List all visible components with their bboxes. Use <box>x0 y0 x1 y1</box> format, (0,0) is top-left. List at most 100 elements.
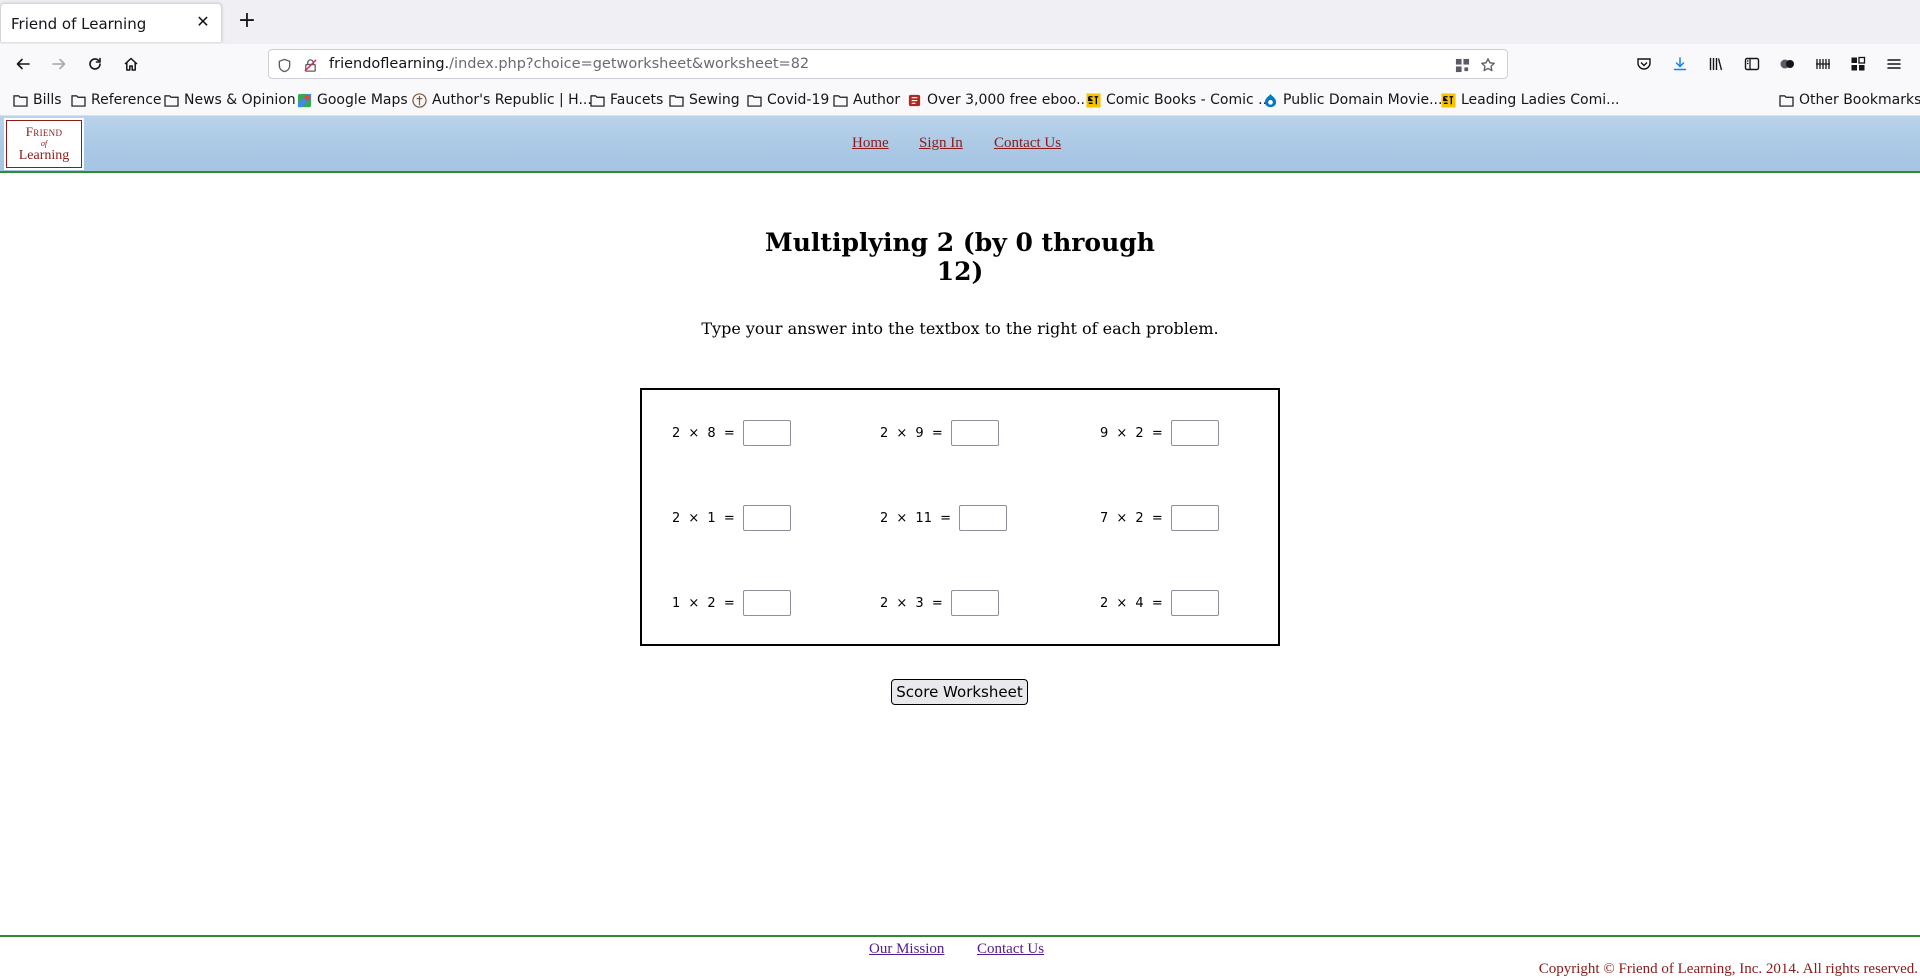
bookmark-item[interactable]: Covid-19 <box>746 90 829 110</box>
bookmark-label: Bills <box>33 92 62 108</box>
url-text[interactable]: friendoflearning./index.php?choice=getwo… <box>329 56 809 72</box>
score-worksheet-button[interactable]: Score Worksheet <box>891 679 1028 705</box>
problem-expression: 2 × 8 = <box>672 425 735 441</box>
navigation-toolbar: friendoflearning./index.php?choice=getwo… <box>0 44 1920 84</box>
bookmark-item[interactable]: Bills <box>12 90 62 110</box>
url-host: friendoflearning. <box>329 56 450 72</box>
problem-item: 7 × 2 = <box>1100 505 1219 531</box>
qr-code-icon[interactable] <box>1453 56 1471 74</box>
bookmark-label: Public Domain Movie... <box>1283 92 1443 108</box>
tracking-shield-icon[interactable] <box>275 56 293 74</box>
bookmark-item[interactable]: Reference <box>70 90 162 110</box>
bookmark-item[interactable]: Public Domain Movie... <box>1262 90 1442 110</box>
answer-input[interactable] <box>950 590 999 616</box>
site-logo[interactable]: Friend of Learning <box>4 118 84 170</box>
folder-icon <box>746 92 762 108</box>
downloads-icon[interactable] <box>1669 53 1691 75</box>
folder-icon <box>668 92 684 108</box>
reload-icon <box>89 57 101 70</box>
problem-expression: 2 × 3 = <box>880 595 943 611</box>
home-icon <box>124 57 138 71</box>
bookmark-item[interactable]: Author's Republic | H... <box>411 90 592 110</box>
library-icon[interactable] <box>1705 53 1727 75</box>
bookmark-label: Sewing <box>689 92 740 108</box>
folder-icon <box>12 92 28 108</box>
bookmark-label: Author <box>853 92 901 108</box>
back-button[interactable] <box>10 51 36 77</box>
extension-tool-icon[interactable] <box>1812 53 1834 75</box>
drupal-icon <box>1262 92 1278 108</box>
other-bookmarks-label: Other Bookmarks <box>1799 92 1920 108</box>
bookmark-label: News & Opinion <box>184 92 296 108</box>
answer-input[interactable] <box>1170 420 1219 446</box>
answer-input[interactable] <box>742 590 791 616</box>
bookmark-label: Google Maps <box>317 92 408 108</box>
bookmark-star-icon[interactable] <box>1479 56 1497 74</box>
bookmark-item[interactable]: News & Opinion <box>163 90 296 110</box>
problem-item: 2 × 8 = <box>672 420 791 446</box>
forward-button[interactable] <box>46 51 72 77</box>
account-extension-icon[interactable] <box>1776 53 1798 75</box>
address-bar[interactable]: friendoflearning./index.php?choice=getwo… <box>268 49 1508 79</box>
problem-item: 2 × 4 = <box>1100 590 1219 616</box>
problem-item: 1 × 2 = <box>672 590 791 616</box>
problem-item: 2 × 9 = <box>880 420 999 446</box>
reload-button[interactable] <box>82 51 108 77</box>
bookmark-label: Over 3,000 free eboo... <box>927 92 1090 108</box>
answer-input[interactable] <box>1170 590 1219 616</box>
bookmark-item[interactable]: Over 3,000 free eboo... <box>906 90 1089 110</box>
bookmarks-toolbar: Bills Reference News & Opinion Google Ma… <box>0 84 1920 116</box>
home-button[interactable] <box>118 51 144 77</box>
extensions-grid-icon[interactable] <box>1847 53 1869 75</box>
url-path: /index.php?choice=getworksheet&worksheet… <box>449 56 810 72</box>
folder-icon <box>70 92 86 108</box>
answer-input[interactable] <box>959 505 1007 531</box>
bookmark-item[interactable]: Sewing <box>668 90 740 110</box>
logo-line-1: Friend <box>25 124 63 139</box>
answer-input[interactable] <box>742 420 791 446</box>
answer-input[interactable] <box>742 505 791 531</box>
new-tab-button[interactable]: + <box>233 7 261 35</box>
book-icon <box>906 92 922 108</box>
close-tab-icon[interactable]: ✕ <box>193 12 213 32</box>
back-arrow-icon <box>16 58 30 70</box>
problem-expression: 2 × 11 = <box>880 510 951 526</box>
bookmark-item[interactable]: Google Maps <box>296 90 408 110</box>
footer-our-mission-link[interactable]: Our Mission <box>869 941 944 958</box>
bookmark-label: Author's Republic | H... <box>432 92 592 108</box>
bookmark-label: Reference <box>91 92 162 108</box>
bookmark-label: Covid-19 <box>767 92 830 108</box>
other-bookmarks[interactable]: Other Bookmarks <box>1778 90 1920 110</box>
sidebar-icon[interactable] <box>1741 53 1763 75</box>
footer-contact-us-link[interactable]: Contact Us <box>977 941 1044 958</box>
nav-contact-us-link[interactable]: Contact Us <box>994 135 1061 152</box>
bookmark-item[interactable]: Author <box>832 90 900 110</box>
problem-item: 2 × 3 = <box>880 590 999 616</box>
problem-expression: 2 × 4 = <box>1100 595 1163 611</box>
page-title: Multiplying 2 (by 0 through 12) <box>765 228 1155 286</box>
forward-arrow-icon <box>52 58 66 70</box>
folder-icon <box>1778 92 1794 108</box>
active-tab[interactable]: Friend of Learning ✕ <box>0 3 222 42</box>
nav-sign-in-link[interactable]: Sign In <box>919 135 963 152</box>
instructions-text: Type your answer into the textbox to the… <box>701 319 1219 338</box>
tab-title: Friend of Learning <box>11 15 147 33</box>
hamburger-menu-icon[interactable] <box>1883 53 1905 75</box>
problem-expression: 7 × 2 = <box>1100 510 1163 526</box>
logo-line-2: of <box>40 139 48 148</box>
folder-icon <box>832 92 848 108</box>
footer-divider <box>0 935 1920 937</box>
answer-input[interactable] <box>950 420 999 446</box>
bookmark-item[interactable]: Comic Books - Comic ... <box>1085 90 1271 110</box>
tab-strip: Friend of Learning ✕ + <box>0 0 1920 44</box>
nav-home-link[interactable]: Home <box>852 135 889 152</box>
problem-expression: 2 × 9 = <box>880 425 943 441</box>
logo-line-3: Learning <box>18 148 70 163</box>
bookmark-item[interactable]: Faucets <box>589 90 663 110</box>
pocket-icon[interactable] <box>1633 53 1655 75</box>
copyright-text: Copyright © Friend of Learning, Inc. 201… <box>1538 961 1918 977</box>
answer-input[interactable] <box>1170 505 1219 531</box>
bookmark-label: Comic Books - Comic ... <box>1106 92 1272 108</box>
bookmark-item[interactable]: Leading Ladies Comi... <box>1440 90 1619 110</box>
insecure-lock-icon[interactable] <box>301 56 319 74</box>
